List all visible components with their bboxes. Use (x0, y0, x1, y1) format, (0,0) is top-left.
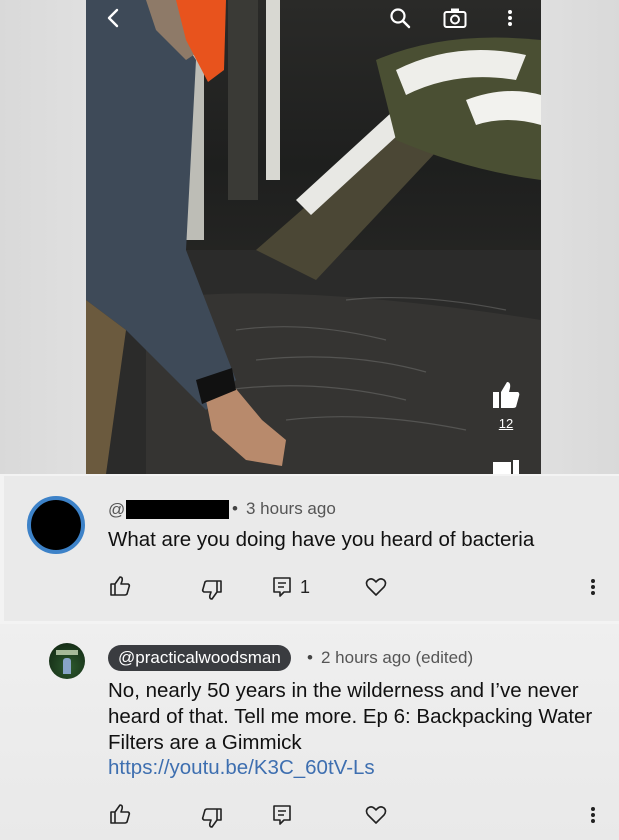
like-button[interactable] (108, 802, 132, 826)
comment-menu-button[interactable] (586, 576, 600, 598)
comment-timestamp: 3 hours ago (246, 499, 336, 518)
camera-icon[interactable] (442, 6, 468, 30)
comment-timestamp: 2 hours ago (edited) (321, 648, 474, 667)
thumbs-up-icon (110, 804, 131, 824)
thumbs-down-icon (201, 580, 222, 600)
comment-author-at: @ (108, 500, 126, 519)
back-chevron-icon[interactable] (102, 8, 124, 28)
avatar[interactable] (27, 496, 85, 554)
reply-icon (273, 577, 291, 597)
comment-link[interactable]: https://youtu.be/K3C_60tV-Ls (108, 756, 375, 780)
video-player[interactable] (86, 0, 541, 474)
avatar[interactable] (49, 643, 85, 679)
separator-dot: • (232, 499, 238, 518)
redacted-username (126, 500, 229, 519)
search-icon[interactable] (388, 6, 412, 30)
heart-button[interactable] (364, 803, 388, 827)
reply-icon (273, 805, 291, 825)
heart-icon (365, 806, 387, 824)
reply-button[interactable] (270, 575, 294, 599)
separator-dot: • (307, 648, 313, 667)
thumbs-down-icon (201, 808, 222, 828)
comment-menu-button[interactable] (586, 804, 600, 826)
avatar-logo-strip (56, 650, 78, 655)
heart-icon (365, 578, 387, 596)
avatar-figure (63, 658, 71, 674)
heart-button[interactable] (364, 575, 388, 599)
like-count: 12 (498, 416, 514, 431)
more-vertical-icon (591, 579, 595, 595)
thumbs-up-icon[interactable] (490, 378, 522, 412)
dislike-icon[interactable] (492, 460, 520, 474)
thumbs-up-icon (110, 576, 131, 596)
reply-button[interactable] (270, 803, 294, 827)
more-vertical-icon[interactable] (504, 8, 516, 28)
video-frame-illustration (86, 0, 541, 474)
dislike-button[interactable] (200, 578, 224, 602)
reply-count[interactable]: 1 (300, 577, 310, 598)
dislike-button[interactable] (200, 806, 224, 830)
author-handle-badge[interactable]: @practicalwoodsman (108, 645, 291, 671)
like-button[interactable] (108, 574, 132, 598)
comment-text: No, nearly 50 years in the wilderness an… (108, 679, 593, 754)
comment-text: What are you doing have you heard of bac… (108, 528, 535, 551)
more-vertical-icon (591, 807, 595, 823)
